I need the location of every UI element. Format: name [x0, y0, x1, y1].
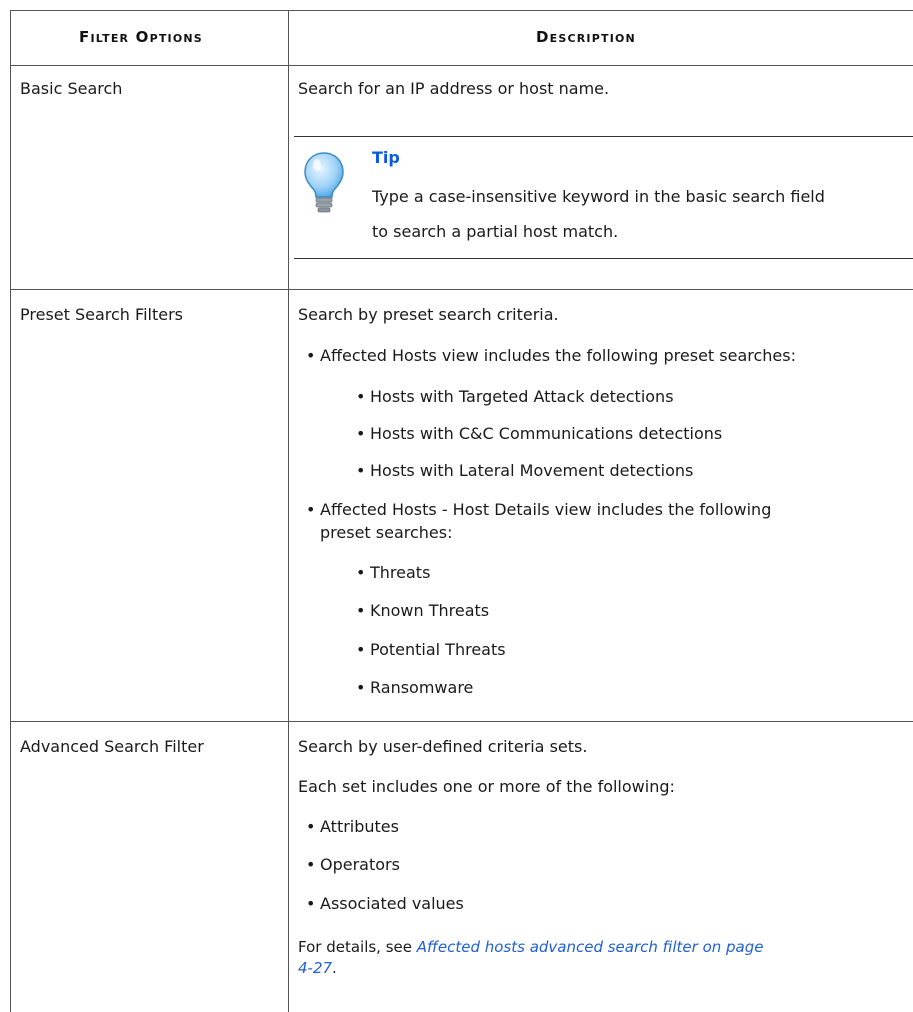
tip-border-top	[294, 136, 913, 137]
tip-text-line-1: Type a case-insensitive keyword in the b…	[372, 187, 825, 206]
list-item: Attributes	[306, 816, 399, 838]
list-item: Threats	[356, 562, 431, 584]
row-label-preset-search-filters: Preset Search Filters	[20, 305, 183, 324]
preset-description: Search by preset search criteria.	[298, 305, 559, 324]
tip-title: Tip	[372, 148, 400, 167]
affected-hosts-advanced-search-link-page[interactable]: 4-27	[298, 959, 332, 977]
list-item: Known Threats	[356, 600, 489, 622]
row-label-advanced-search-filter: Advanced Search Filter	[20, 737, 204, 756]
list-item: Hosts with Lateral Movement detections	[356, 460, 693, 482]
tip-text-line-2: to search a partial host match.	[372, 222, 619, 241]
row-divider-2	[10, 721, 913, 722]
tip-border-bottom	[294, 258, 913, 259]
list-item: Ransomware	[356, 677, 473, 699]
advanced-description-2: Each set includes one or more of the fol…	[298, 777, 675, 796]
header-filter-options: Filter Options	[79, 28, 203, 46]
list-item: Operators	[306, 854, 400, 876]
basic-search-description: Search for an IP address or host name.	[298, 79, 610, 98]
header-description: Description	[536, 28, 636, 46]
list-item: Affected Hosts - Host Details view inclu…	[306, 499, 771, 521]
details-line-1: For details, see Affected hosts advanced…	[298, 936, 764, 958]
lightbulb-icon	[302, 151, 346, 215]
list-item-continuation: preset searches:	[320, 523, 453, 542]
details-suffix: .	[332, 959, 337, 977]
list-item: Associated values	[306, 893, 464, 915]
header-bottom-border	[10, 65, 913, 66]
list-item: Affected Hosts view includes the followi…	[306, 345, 796, 367]
details-line-2: 4-27.	[298, 957, 337, 979]
advanced-description: Search by user-defined criteria sets.	[298, 737, 588, 756]
row-label-basic-search: Basic Search	[20, 79, 123, 98]
details-prefix: For details, see	[298, 938, 417, 956]
column-divider	[288, 10, 289, 1012]
list-item: Hosts with C&C Communications detections	[356, 423, 722, 445]
table-border-left	[10, 10, 11, 1012]
list-item: Hosts with Targeted Attack detections	[356, 386, 674, 408]
affected-hosts-advanced-search-link[interactable]: Affected hosts advanced search filter on…	[417, 938, 764, 956]
list-item: Potential Threats	[356, 639, 506, 661]
row-divider-1	[10, 289, 913, 290]
table-border-top	[10, 10, 913, 11]
